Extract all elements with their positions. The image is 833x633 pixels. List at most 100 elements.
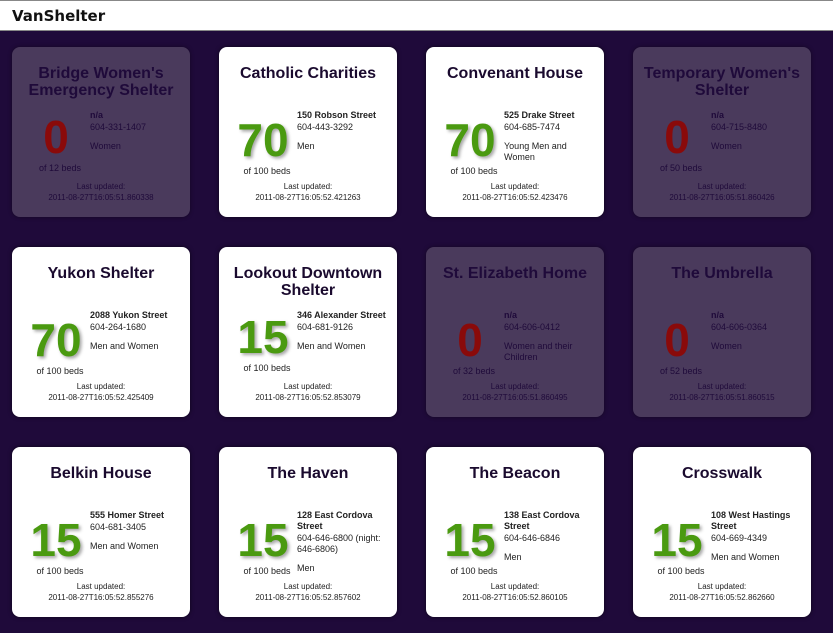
shelter-gender: Men xyxy=(297,141,315,151)
shelter-address: 555 Homer Street xyxy=(90,510,165,520)
shelter-info: 346 Alexander Street 604-681-9126 Men and … xyxy=(297,310,393,352)
shelter-gender: Women xyxy=(711,141,742,151)
shelter-gender: Men and Women xyxy=(711,552,780,562)
shelter-name: The Haven xyxy=(267,465,349,482)
shelter-card[interactable]: Crosswalk 15 of 100 beds 108 West Hastings … xyxy=(633,447,811,617)
last-updated-label: Last updated: xyxy=(76,182,126,191)
shelter-phone: 604-681-3405 xyxy=(90,522,147,532)
last-updated-label: Last updated: xyxy=(283,382,333,391)
last-updated-timestamp: 2011-08-27T16:05:51.860426 xyxy=(669,193,775,202)
beds-available-count: 0 xyxy=(457,314,483,366)
beds-available-count: 70 xyxy=(237,114,289,166)
shelter-gender: Men and Women xyxy=(90,341,159,351)
last-updated-timestamp: 2011-08-27T16:05:51.860495 xyxy=(462,393,568,402)
shelter-info: n/a 604-715-8480 Women xyxy=(711,110,807,152)
shelter-name: Belkin House xyxy=(50,465,152,482)
shelter-card[interactable]: Yukon Shelter 70 of 100 beds 2088 Yukon Str… xyxy=(12,247,190,417)
shelter-gender: Women xyxy=(90,141,121,151)
shelter-address: 525 Drake Street xyxy=(504,110,575,120)
last-updated-label: Last updated: xyxy=(697,382,747,391)
shelter-address: 346 Alexander Street xyxy=(297,310,386,320)
last-updated: Last updated: 2011-08-27T16:05:51.860338 xyxy=(12,181,190,203)
shelter-info: 128 East Cordova Street 604-646-6800 (nig… xyxy=(297,510,393,574)
shelter-info: n/a 604-331-1407 Women xyxy=(90,110,186,152)
shelter-gender: Men xyxy=(504,552,522,562)
beds-total: of 12 beds xyxy=(38,163,82,173)
shelter-grid: Bridge Women's Emergency Shelter 0 of 12 b… xyxy=(0,0,833,633)
last-updated-timestamp: 2011-08-27T16:05:52.860105 xyxy=(462,593,568,602)
last-updated-label: Last updated: xyxy=(697,582,747,591)
shelter-card[interactable]: The Umbrella 0 of 52 beds n/a 604-606-0364 Wo… xyxy=(633,247,811,417)
shelter-card[interactable]: St. Elizabeth Home 0 of 32 beds n/a 604-606-… xyxy=(426,247,604,417)
last-updated: Last updated: 2011-08-27T16:05:51.860426 xyxy=(633,181,811,203)
shelter-card[interactable]: Temporary Women's Shelter 0 of 50 beds n/a 6… xyxy=(633,47,811,217)
beds-available-count: 0 xyxy=(43,111,69,163)
shelter-card[interactable]: Belkin House 15 of 100 beds 555 Homer Stree… xyxy=(12,447,190,617)
last-updated-label: Last updated: xyxy=(76,382,126,391)
last-updated-timestamp: 2011-08-27T16:05:52.421263 xyxy=(255,193,361,202)
shelter-info: n/a 604-606-0412 Women and their Children xyxy=(504,310,600,363)
last-updated-label: Last updated: xyxy=(490,182,540,191)
shelter-card[interactable]: Bridge Women's Emergency Shelter 0 of 12 b… xyxy=(12,47,190,217)
beds-available-count: 15 xyxy=(651,514,703,566)
shelter-address: n/a xyxy=(711,110,725,120)
beds-total: of 100 beds xyxy=(450,166,498,176)
last-updated: Last updated: 2011-08-27T16:05:51.860515 xyxy=(633,381,811,403)
shelter-info: 555 Homer Street 604-681-3405 Men and Wome… xyxy=(90,510,186,552)
shelter-gender: Men and Women xyxy=(297,341,366,351)
last-updated-label: Last updated: xyxy=(283,182,333,191)
shelter-name: Lookout Downtown Shelter xyxy=(233,265,383,299)
shelter-phone: 604-443-3292 xyxy=(297,122,354,132)
shelter-info: n/a 604-606-0364 Women xyxy=(711,310,807,352)
last-updated: Last updated: 2011-08-27T16:05:52.862660 xyxy=(633,581,811,603)
shelter-address: 108 West Hastings Street xyxy=(711,510,791,531)
last-updated-timestamp: 2011-08-27T16:05:52.855276 xyxy=(48,593,154,602)
last-updated: Last updated: 2011-08-27T16:05:52.860105 xyxy=(426,581,604,603)
last-updated-timestamp: 2011-08-27T16:05:52.857602 xyxy=(255,593,361,602)
shelter-info: 2088 Yukon Street 604-264-1680 Men and Wom… xyxy=(90,310,186,352)
last-updated: Last updated: 2011-08-27T16:05:52.855276 xyxy=(12,581,190,603)
shelter-gender: Young Men and Women xyxy=(504,141,567,162)
beds-total: of 52 beds xyxy=(659,366,703,376)
shelter-name: Yukon Shelter xyxy=(47,265,155,282)
beds-available-count: 15 xyxy=(237,514,289,566)
shelter-card[interactable]: Catholic Charities 70 of 100 beds 150 Robso… xyxy=(219,47,397,217)
last-updated-label: Last updated: xyxy=(283,582,333,591)
beds-available-count: 15 xyxy=(30,514,82,566)
shelter-phone: 604-715-8480 xyxy=(711,122,768,132)
shelter-address: 150 Robson Street xyxy=(297,110,377,120)
last-updated: Last updated: 2011-08-27T16:05:52.421263 xyxy=(219,181,397,203)
shelter-name: Catholic Charities xyxy=(239,65,377,82)
shelter-phone: 604-606-0364 xyxy=(711,322,768,332)
last-updated-timestamp: 2011-08-27T16:05:52.425409 xyxy=(48,393,154,402)
shelter-gender: Women xyxy=(711,341,742,351)
shelter-info: 525 Drake Street 604-685-7474 Young Men an… xyxy=(504,110,600,163)
shelter-phone: 604-331-1407 xyxy=(90,122,147,132)
beds-available-count: 15 xyxy=(237,311,289,363)
shelter-address: 2088 Yukon Street xyxy=(90,310,168,320)
beds-available-count: 70 xyxy=(444,114,496,166)
beds-total: of 100 beds xyxy=(657,566,705,576)
shelter-card[interactable]: The Haven 15 of 100 beds 128 East Cordova S… xyxy=(219,447,397,617)
shelter-gender: Men xyxy=(297,563,315,573)
shelter-name: St. Elizabeth Home xyxy=(442,265,588,282)
shelter-name: The Umbrella xyxy=(671,265,773,282)
shelter-name: Bridge Women's Emergency Shelter xyxy=(28,65,174,99)
shelter-name: Convenant House xyxy=(446,65,583,82)
shelter-gender: Women and their Children xyxy=(504,341,573,362)
shelter-card[interactable]: The Beacon 15 of 100 beds 138 East Cordova … xyxy=(426,447,604,617)
shelter-phone: 604-606-0412 xyxy=(504,322,561,332)
last-updated-timestamp: 2011-08-27T16:05:52.853079 xyxy=(255,393,361,402)
beds-available-count: 15 xyxy=(444,514,496,566)
shelter-phone: 604-685-7474 xyxy=(504,122,561,132)
shelter-card[interactable]: Convenant House 70 of 100 beds 525 Drake St… xyxy=(426,47,604,217)
shelter-name: The Beacon xyxy=(469,465,561,482)
last-updated-timestamp: 2011-08-27T16:05:52.423476 xyxy=(462,193,568,202)
beds-total: of 100 beds xyxy=(450,566,498,576)
shelter-address: 128 East Cordova Street xyxy=(297,510,373,531)
last-updated: Last updated: 2011-08-27T16:05:52.423476 xyxy=(426,181,604,203)
shelter-name: Crosswalk xyxy=(681,465,763,482)
shelter-card[interactable]: Lookout Downtown Shelter 15 of 100 beds 346… xyxy=(219,247,397,417)
beds-available-count: 0 xyxy=(664,314,690,366)
last-updated: Last updated: 2011-08-27T16:05:52.857602 xyxy=(219,581,397,603)
